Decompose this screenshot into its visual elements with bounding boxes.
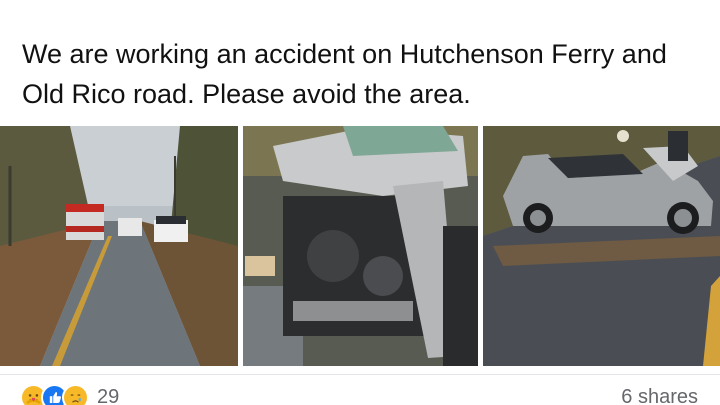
reactions-summary[interactable]: 29 bbox=[20, 384, 119, 405]
damaged-car-photo-icon bbox=[483, 126, 720, 366]
post-text: We are working an accident on Hutchenson… bbox=[22, 39, 667, 109]
shares-count[interactable]: 6 shares bbox=[621, 386, 698, 405]
photo-wrecked-engine[interactable] bbox=[243, 126, 478, 366]
photo-grid bbox=[0, 126, 720, 366]
post-footer: 29 6 shares bbox=[0, 384, 720, 405]
photo-damaged-car[interactable] bbox=[483, 126, 720, 366]
sad-reaction-icon bbox=[62, 384, 89, 405]
reaction-count: 29 bbox=[97, 386, 120, 405]
photo-road-scene[interactable] bbox=[0, 126, 238, 366]
wrecked-engine-photo-icon bbox=[243, 126, 478, 366]
footer-divider bbox=[0, 374, 720, 375]
road-scene-photo-icon bbox=[0, 126, 238, 366]
